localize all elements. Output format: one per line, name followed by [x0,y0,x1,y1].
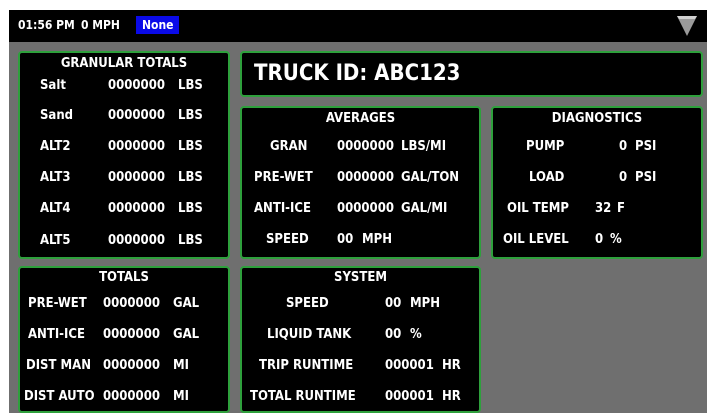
system-row-unit: HR [442,389,461,404]
diagnostics-row-unit: PSI [635,139,657,154]
system-row-label: SPEED [286,296,329,311]
clock-time: 01:56 PM [18,18,75,32]
granular-row-label: ALT3 [40,170,71,185]
diagnostics-row-value: 0 [619,139,628,154]
totals-row-value: 0000000 [103,389,160,404]
averages-row-label: ANTI-ICE [254,201,311,216]
granular-totals-panel: GRANULAR TOTALS Salt 0000000 LBS Sand 00… [18,51,230,259]
truck-id-label: TRUCK ID: ABC123 [254,61,461,86]
plow-controller-screen: 01:56 PM 0 MPH None GRANULAR TOTALS Salt… [9,10,707,413]
system-row-unit: % [410,327,422,342]
granular-row-label: Salt [40,78,66,93]
granular-row-unit: LBS [178,201,203,216]
averages-row-unit: GAL/MI [401,201,448,216]
totals-panel: TOTALS PRE-WET 0000000 GAL ANTI-ICE 0000… [18,266,230,413]
totals-row-unit: MI [173,358,189,373]
totals-row-label: DIST AUTO [24,389,95,404]
system-row-label: TRIP RUNTIME [259,358,354,373]
diagnostics-row-value: 0 [619,170,628,185]
diagnostics-title: DIAGNOSTICS [551,111,643,126]
totals-title: TOTALS [99,270,149,285]
granular-row-value: 0000000 [108,233,165,248]
system-title: SYSTEM [334,270,387,285]
totals-row-value: 0000000 [103,358,160,373]
system-row-value: 000001 [385,389,434,404]
granular-row-value: 0000000 [108,201,165,216]
system-row-unit: MPH [410,296,440,311]
diagnostics-row-unit: % [610,232,622,247]
diagnostics-panel: DIAGNOSTICS PUMP 0 PSI LOAD 0 PSI OIL TE… [491,106,703,259]
granular-totals-title: GRANULAR TOTALS [60,56,188,71]
vehicle-speed: 0 MPH [81,18,120,32]
averages-row-label: GRAN [270,139,308,154]
averages-row-value: 00 [337,232,354,247]
system-row-unit: HR [442,358,461,373]
granular-row-label: ALT4 [40,201,71,216]
totals-row-unit: MI [173,389,189,404]
diagnostics-row-value: 0 [595,232,604,247]
granular-row-label: ALT2 [40,139,71,154]
granular-row-unit: LBS [178,233,203,248]
system-row-value: 00 [385,296,402,311]
status-bar: 01:56 PM 0 MPH None [9,10,707,42]
averages-row-unit: LBS/MI [401,139,447,154]
granular-row-value: 0000000 [108,108,165,123]
totals-row-label: DIST MAN [26,358,92,373]
diagnostics-row-label: OIL LEVEL [503,232,569,247]
averages-row-value: 0000000 [337,201,394,216]
totals-row-unit: GAL [173,327,200,342]
totals-row-value: 0000000 [103,296,160,311]
granular-row-unit: LBS [178,170,203,185]
averages-row-label: PRE-WET [254,170,313,185]
granular-row-unit: LBS [178,139,203,154]
totals-row-label: ANTI-ICE [28,327,85,342]
totals-row-unit: GAL [173,296,200,311]
averages-title: AVERAGES [325,111,396,126]
truck-id-panel: TRUCK ID: ABC123 [240,51,703,97]
diagnostics-row-unit: F [617,201,625,216]
totals-row-label: PRE-WET [28,296,87,311]
averages-row-unit: GAL/TON [401,170,460,185]
averages-row-label: SPEED [266,232,309,247]
averages-row-unit: MPH [362,232,392,247]
system-row-label: TOTAL RUNTIME [250,389,356,404]
granular-row-value: 0000000 [108,78,165,93]
system-row-label: LIQUID TANK [267,327,352,342]
mode-badge[interactable]: None [136,16,180,34]
averages-row-value: 0000000 [337,170,394,185]
diagnostics-row-label: LOAD [529,170,565,185]
diagnostics-row-label: PUMP [526,139,565,154]
system-row-value: 000001 [385,358,434,373]
granular-row-label: Sand [40,108,74,123]
signal-triangle-icon[interactable] [676,14,698,42]
diagnostics-row-unit: PSI [635,170,657,185]
system-panel: SYSTEM SPEED 00 MPH LIQUID TANK 00 % TRI… [240,266,481,413]
diagnostics-row-value: 32 [595,201,612,216]
granular-row-unit: LBS [178,78,203,93]
granular-row-value: 0000000 [108,170,165,185]
system-row-value: 00 [385,327,402,342]
diagnostics-row-label: OIL TEMP [507,201,569,216]
averages-panel: AVERAGES GRAN 0000000 LBS/MI PRE-WET 000… [240,106,481,259]
totals-row-value: 0000000 [103,327,160,342]
granular-row-value: 0000000 [108,139,165,154]
averages-row-value: 0000000 [337,139,394,154]
granular-row-unit: LBS [178,108,203,123]
granular-row-label: ALT5 [40,233,71,248]
